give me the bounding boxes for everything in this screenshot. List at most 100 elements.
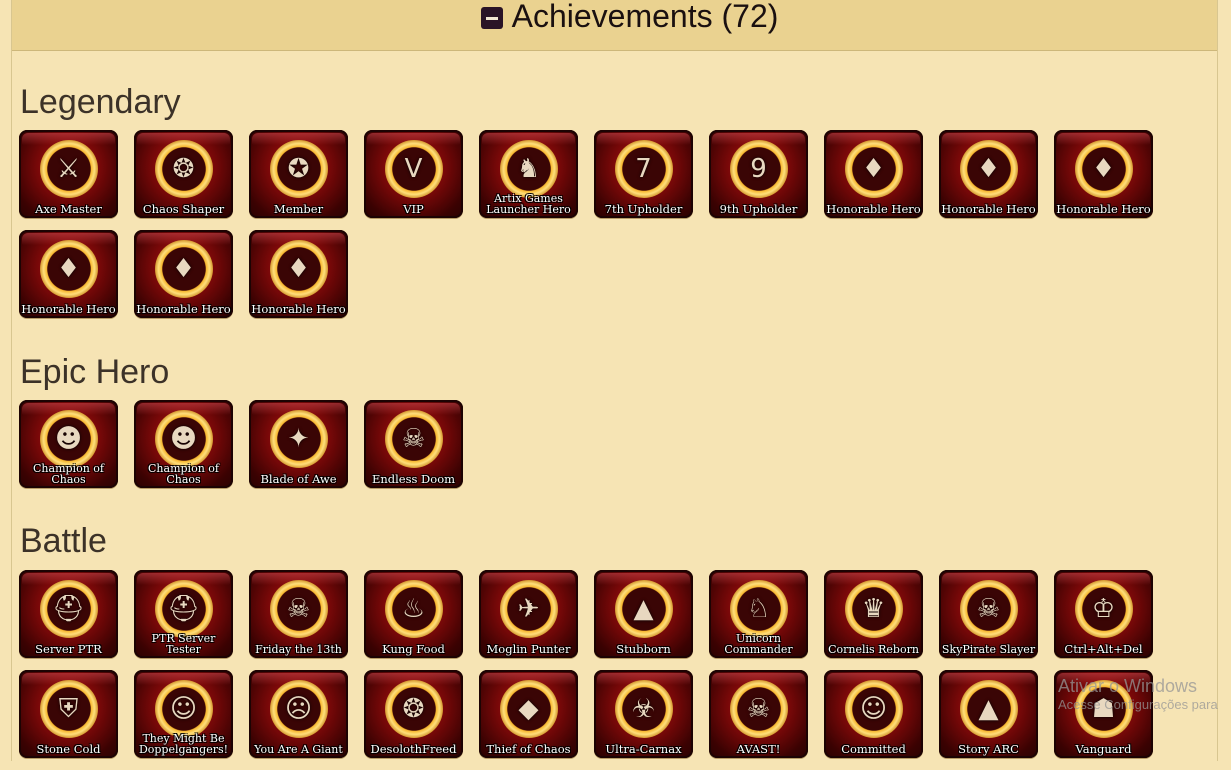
unicorn-icon: ♘ bbox=[746, 594, 771, 624]
chaos-champion-icon: ☻ bbox=[54, 424, 83, 454]
dragon-head-icon: ♦ bbox=[976, 154, 1001, 184]
achievement-badge[interactable]: ⚔ Axe Master bbox=[19, 130, 118, 218]
achievement-badge[interactable]: ♦ Honorable Hero bbox=[19, 230, 118, 318]
badge-label: Kung Food bbox=[382, 642, 445, 656]
monster-icon: ☣ bbox=[631, 694, 656, 724]
badge-label: Committed bbox=[841, 742, 906, 756]
badge-row: ⛑ Server PTR ⛑ PTR Server Tester ☠ Friday the… bbox=[19, 570, 1179, 658]
achievement-badge[interactable]: ☠ Endless Doom bbox=[364, 400, 463, 488]
dragon-icon: ❂ bbox=[172, 154, 195, 184]
achievement-badge[interactable]: ❂ DesolothFreed bbox=[364, 670, 463, 758]
badge-label: Vanguard bbox=[1075, 742, 1132, 756]
dragon-head-icon: ♦ bbox=[861, 154, 886, 184]
badge-label: Endless Doom bbox=[371, 472, 456, 486]
dragon-head-icon: ♦ bbox=[171, 254, 196, 284]
achievement-badge[interactable]: ♨ Kung Food bbox=[364, 570, 463, 658]
collapse-minus-icon[interactable] bbox=[480, 7, 503, 29]
badge-label: Stubborn bbox=[616, 642, 671, 656]
achievement-badge[interactable]: ❂ Chaos Shaper bbox=[134, 130, 233, 218]
achievement-badge[interactable]: ☹ You Are A Giant bbox=[249, 670, 348, 758]
achievement-badge[interactable]: ☠ Friday the 13th bbox=[249, 570, 348, 658]
achievement-badge[interactable]: ♦ Honorable Hero bbox=[249, 230, 348, 318]
knight-icon: ♞ bbox=[516, 154, 541, 184]
badge-label: You Are A Giant bbox=[254, 743, 343, 756]
portrait-icon: ☺ bbox=[859, 694, 888, 724]
achievement-badge[interactable]: ☠ SkyPirate Slayer bbox=[939, 570, 1038, 658]
gargoyle-icon: ♛ bbox=[861, 594, 886, 624]
achievement-badge[interactable]: ▲ Stubborn bbox=[594, 570, 693, 658]
badge-label: Server PTR bbox=[35, 642, 102, 656]
blade-icon: ✦ bbox=[287, 424, 310, 454]
achievement-badge[interactable]: ☻ Champion of Chaos bbox=[19, 400, 118, 488]
axe-icon: ⚔ bbox=[56, 154, 81, 184]
windows-activation-watermark: Ativar o Windows Acesse Configurações pa… bbox=[1058, 676, 1218, 713]
orc-icon: ☹ bbox=[284, 694, 313, 724]
achievement-badge[interactable]: ♘ Unicorn Commander bbox=[709, 570, 808, 658]
achievement-badge[interactable]: ☠ AVAST! bbox=[709, 670, 808, 758]
achievement-badge[interactable]: ⛨ Stone Cold bbox=[19, 670, 118, 758]
section-title-legendary: Legendary bbox=[20, 83, 181, 121]
member-emblem-icon: ✪ bbox=[287, 154, 310, 184]
achievement-badge[interactable]: ♦ Honorable Hero bbox=[134, 230, 233, 318]
achievement-badge[interactable]: ♦ Honorable Hero bbox=[824, 130, 923, 218]
badge-label: Ultra-Carnax bbox=[605, 742, 682, 756]
badge-row: ♦ Honorable Hero ♦ Honorable Hero ♦ Honorable… bbox=[19, 230, 1179, 318]
chaos-champion-icon: ☻ bbox=[169, 424, 198, 454]
badge-row: ☻ Champion of Chaos ☻ Champion of Chaos ✦ Bla… bbox=[19, 400, 1179, 488]
dragon-head-icon: ♦ bbox=[56, 254, 81, 284]
badge-label: Artix Games Launcher Hero bbox=[486, 192, 571, 216]
pirate-flag-icon: ☠ bbox=[746, 694, 771, 724]
content-right-border bbox=[1217, 0, 1218, 761]
skull-icon: ☠ bbox=[286, 594, 311, 624]
achievement-badge[interactable]: 7 7th Upholder bbox=[594, 130, 693, 218]
achievement-badge[interactable]: ☻ Champion of Chaos bbox=[134, 400, 233, 488]
achievement-badge[interactable]: ▲ Story ARC bbox=[939, 670, 1038, 758]
content-left-border bbox=[11, 0, 12, 761]
achievement-badge[interactable]: ♦ Honorable Hero bbox=[1054, 130, 1153, 218]
helmet-icon: ⛨ bbox=[58, 694, 79, 724]
badge-row: ⛨ Stone Cold ☺ They Might Be Doppelgangers!… bbox=[19, 670, 1179, 758]
achievement-badge[interactable]: ♞ Artix Games Launcher Hero bbox=[479, 130, 578, 218]
achievement-badge[interactable]: V VIP bbox=[364, 130, 463, 218]
badge-label: Friday the 13th bbox=[255, 643, 342, 656]
achievements-header: Achievements (72) bbox=[12, 0, 1217, 51]
badge-label: AVAST! bbox=[736, 742, 781, 756]
achievement-badge[interactable]: ♛ Cornelis Reborn bbox=[824, 570, 923, 658]
dragon-head-icon: ♦ bbox=[1091, 154, 1116, 184]
achievement-badge[interactable]: ♦ Honorable Hero bbox=[939, 130, 1038, 218]
turkey-icon: ♨ bbox=[401, 594, 426, 624]
upholder-9-icon: 9 bbox=[750, 154, 767, 184]
achievement-badge[interactable]: ✪ Member bbox=[249, 130, 348, 218]
achievement-badge[interactable]: ⛑ Server PTR bbox=[19, 570, 118, 658]
achievement-badge[interactable]: ⛑ PTR Server Tester bbox=[134, 570, 233, 658]
badge-label: Moglin Punter bbox=[486, 642, 571, 656]
dragon-icon: ❂ bbox=[402, 694, 425, 724]
badge-label: PTR Server Tester bbox=[151, 632, 216, 656]
watermark-line-2: Acesse Configurações para bbox=[1058, 697, 1218, 712]
legendary-badge-grid: ⚔ Axe Master ❂ Chaos Shaper ✪ Member V VIP ♞ Arti… bbox=[19, 130, 1179, 330]
achievement-badge[interactable]: ☣ Ultra-Carnax bbox=[594, 670, 693, 758]
badge-label: Member bbox=[273, 202, 324, 216]
helmet-icon: ⛑ bbox=[166, 594, 200, 624]
badge-label: DesolothFreed bbox=[370, 742, 457, 756]
badge-label: VIP bbox=[403, 202, 424, 216]
badge-label: Chaos Shaper bbox=[142, 202, 225, 216]
badge-label: Unicorn Commander bbox=[724, 632, 793, 656]
badge-label: Honorable Hero bbox=[136, 302, 231, 316]
badge-label: They Might Be Doppelgangers! bbox=[138, 732, 229, 756]
epic-hero-badge-grid: ☻ Champion of Chaos ☻ Champion of Chaos ✦ Bla… bbox=[19, 400, 1179, 500]
achievement-badge[interactable]: ♔ Ctrl+Alt+Del bbox=[1054, 570, 1153, 658]
achievement-badge[interactable]: ☺ They Might Be Doppelgangers! bbox=[134, 670, 233, 758]
achievement-badge[interactable]: 9 9th Upholder bbox=[709, 130, 808, 218]
achievement-badge[interactable]: ☺ Committed bbox=[824, 670, 923, 758]
twins-icon: ☺ bbox=[169, 694, 198, 724]
achievement-badge[interactable]: ◆ Thief of Chaos bbox=[479, 670, 578, 758]
badge-row: ⚔ Axe Master ❂ Chaos Shaper ✪ Member V VIP ♞ Arti… bbox=[19, 130, 1179, 218]
achievement-badge[interactable]: ✈ Moglin Punter bbox=[479, 570, 578, 658]
badge-label: Honorable Hero bbox=[251, 302, 346, 316]
upholder-7-icon: 7 bbox=[635, 154, 652, 184]
badge-label: Cornelis Reborn bbox=[828, 643, 919, 656]
badge-label: 9th Upholder bbox=[719, 202, 798, 216]
achievement-badge[interactable]: ✦ Blade of Awe bbox=[249, 400, 348, 488]
badge-label: Thief of Chaos bbox=[486, 742, 571, 756]
